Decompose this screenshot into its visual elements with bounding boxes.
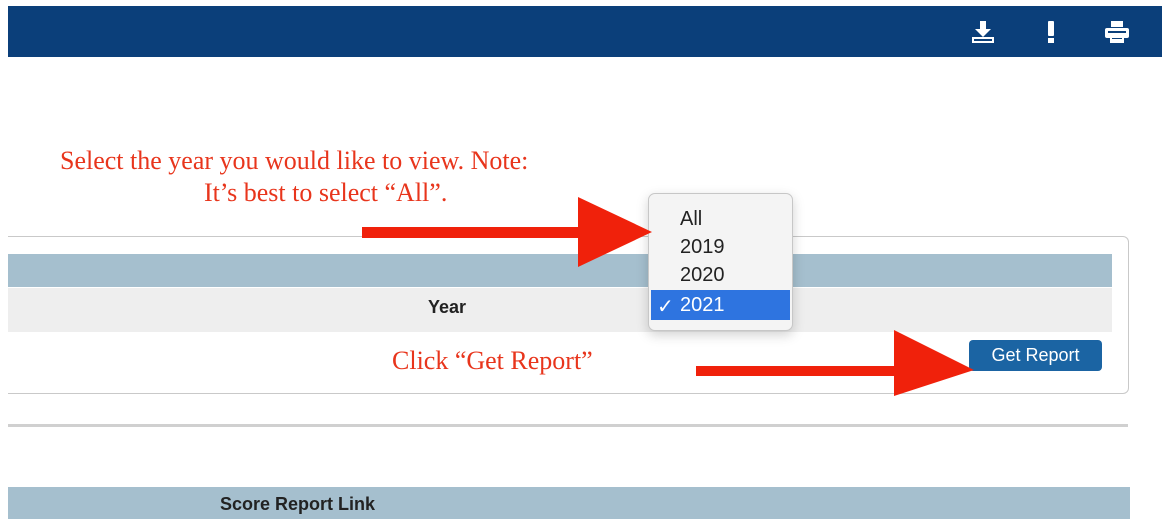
download-icon[interactable] [970, 20, 996, 44]
select-year-note-line1: Select the year you would like to view. … [60, 146, 529, 175]
year-option-2020[interactable]: 2020 [651, 260, 790, 290]
section-divider [8, 424, 1128, 427]
year-option-all[interactable]: All [651, 204, 790, 234]
year-column-header: Year [428, 297, 467, 317]
year-option-2019[interactable]: 2019 [651, 232, 790, 262]
year-dropdown-menu: All 2019 2020 ✓ 2021 [648, 193, 793, 331]
score-report-header [8, 487, 1130, 519]
year-option-label: All [680, 208, 703, 230]
alert-icon[interactable] [1038, 20, 1064, 44]
checkmark-icon: ✓ [657, 296, 674, 318]
score-report-link-header: Score Report Link [220, 494, 376, 514]
red-arrow-icon [696, 330, 974, 396]
get-report-button[interactable]: Get Report [969, 340, 1102, 371]
year-option-label: 2019 [680, 236, 725, 258]
print-icon[interactable] [1104, 20, 1130, 44]
year-option-label: 2020 [680, 264, 725, 286]
year-option-label: 2021 [680, 294, 725, 316]
year-option-2021[interactable]: ✓ 2021 [651, 290, 790, 320]
click-get-report-note: Click “Get Report” [392, 346, 593, 375]
red-arrow-icon [362, 197, 652, 267]
top-toolbar [8, 6, 1162, 57]
